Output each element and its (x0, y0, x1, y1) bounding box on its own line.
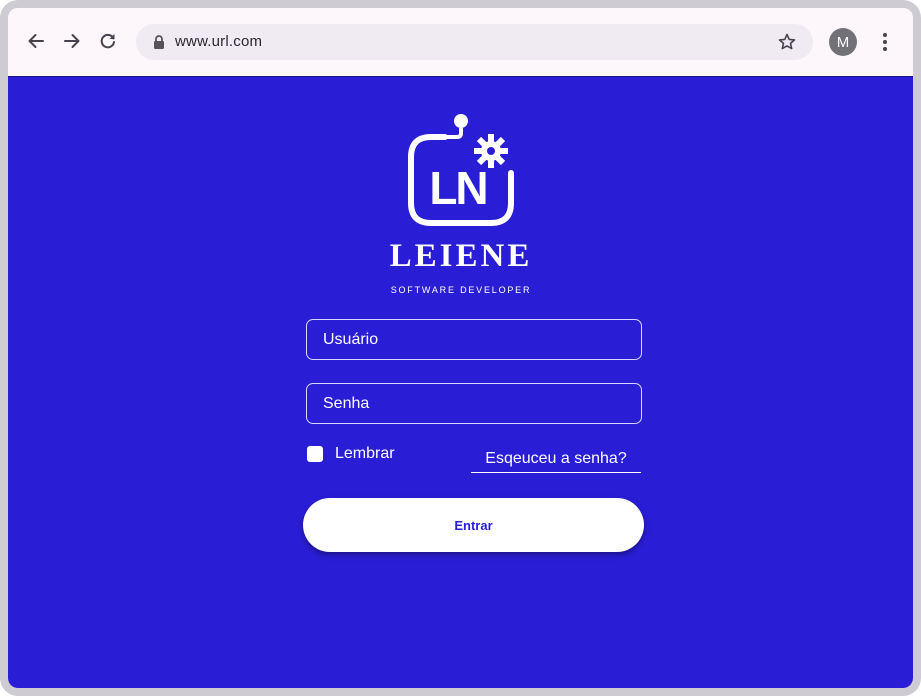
browser-menu-button[interactable] (874, 30, 896, 54)
reload-icon (100, 33, 115, 49)
remember-label: Lembrar (335, 445, 395, 462)
forward-button[interactable] (59, 28, 85, 54)
lock-icon (154, 35, 164, 49)
address-bar[interactable]: www.url.com (136, 24, 813, 60)
browser-window: www.url.com M LN LEIENE SOFTWARE DEVELOP… (0, 0, 921, 696)
brand-tagline: SOFTWARE DEVELOPER (390, 285, 532, 295)
kebab-menu-icon (883, 33, 887, 51)
browser-toolbar: www.url.com M (8, 8, 913, 76)
back-button[interactable] (23, 28, 49, 54)
star-icon[interactable] (777, 32, 797, 52)
arrow-right-icon (64, 34, 80, 48)
username-input[interactable] (306, 319, 642, 360)
reload-button[interactable] (95, 28, 121, 54)
url-text[interactable]: www.url.com (175, 33, 262, 50)
arrow-left-icon (28, 34, 44, 48)
brand-name: LEIENE (389, 238, 533, 274)
profile-avatar[interactable]: M (829, 28, 857, 56)
leiene-logo: LN (408, 114, 514, 226)
remember-checkbox[interactable] (307, 446, 323, 462)
login-page: LN LEIENE SOFTWARE DEVELOPER Lembrar Esq… (8, 76, 913, 688)
login-button[interactable]: Entrar (303, 498, 644, 552)
logo-monogram: LN (429, 162, 486, 214)
forgot-password-link[interactable]: Esqeuceu a senha? (471, 450, 641, 473)
password-input[interactable] (306, 383, 642, 424)
